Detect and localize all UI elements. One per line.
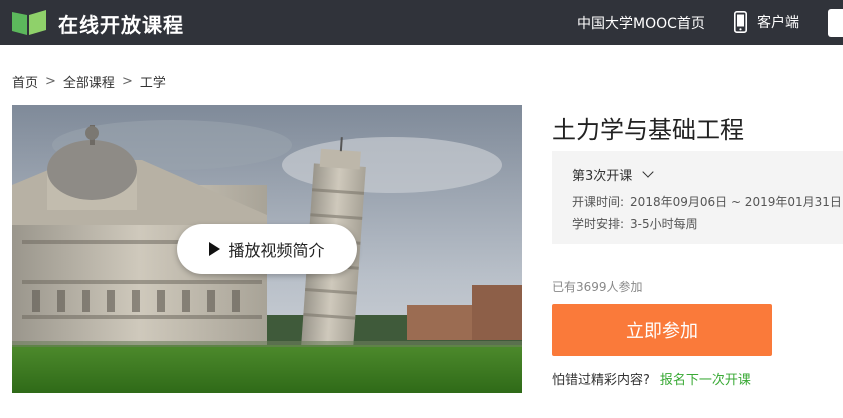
search-input[interactable] xyxy=(828,9,843,37)
term-info-panel: 第3次开课 开课时间: 2018年09月06日 ~ 2019年01月31日 学时安… xyxy=(552,151,843,244)
breadcrumb-home[interactable]: 首页 xyxy=(12,72,38,91)
phone-icon xyxy=(734,11,747,33)
missed-prompt-text: 怕错过精彩内容? xyxy=(552,373,650,388)
term-label: 第3次开课 xyxy=(572,169,633,184)
play-video-label: 播放视频简介 xyxy=(228,241,325,260)
breadcrumb-separator: > xyxy=(121,74,133,89)
site-brand[interactable]: 在线开放课程 xyxy=(58,9,184,38)
course-title: 土力学与基础工程 xyxy=(552,116,744,144)
join-course-button[interactable]: 立即参加 xyxy=(552,304,772,356)
play-video-button[interactable]: 播放视频简介 xyxy=(177,224,357,274)
breadcrumb-separator: > xyxy=(45,74,56,89)
schedule-value: 2018年09月06日 ~ 2019年01月31日 xyxy=(630,195,842,209)
hours-row: 学时安排: 3-5小时每周 xyxy=(572,215,698,232)
next-term-prompt: 怕错过精彩内容? 报名下一次开课 xyxy=(552,369,751,388)
mooc-home-link[interactable]: 中国大学MOOC首页 xyxy=(577,13,705,33)
top-navbar: 在线开放课程 中国大学MOOC首页 客户端 xyxy=(0,0,843,45)
next-term-link[interactable]: 报名下一次开课 xyxy=(660,369,751,388)
hours-key: 学时安排: xyxy=(572,217,625,231)
breadcrumb-all-courses[interactable]: 全部课程 xyxy=(63,72,115,91)
chevron-down-icon xyxy=(642,166,654,178)
enrolled-count: 已有3699人参加 xyxy=(552,280,643,294)
book-logo-icon[interactable] xyxy=(12,9,46,35)
term-selector[interactable]: 第3次开课 xyxy=(572,165,654,184)
course-video-poster[interactable]: 播放视频简介 xyxy=(12,105,522,393)
client-label: 客户端 xyxy=(757,15,799,31)
schedule-key: 开课时间: xyxy=(572,195,625,209)
breadcrumb: 首页 > 全部课程 > 工学 xyxy=(12,72,166,91)
breadcrumb-engineering[interactable]: 工学 xyxy=(140,72,166,91)
hours-value: 3-5小时每周 xyxy=(630,217,698,231)
client-download[interactable]: 客户端 xyxy=(734,11,799,33)
schedule-row: 开课时间: 2018年09月06日 ~ 2019年01月31日 xyxy=(572,193,842,210)
play-icon xyxy=(209,242,221,256)
